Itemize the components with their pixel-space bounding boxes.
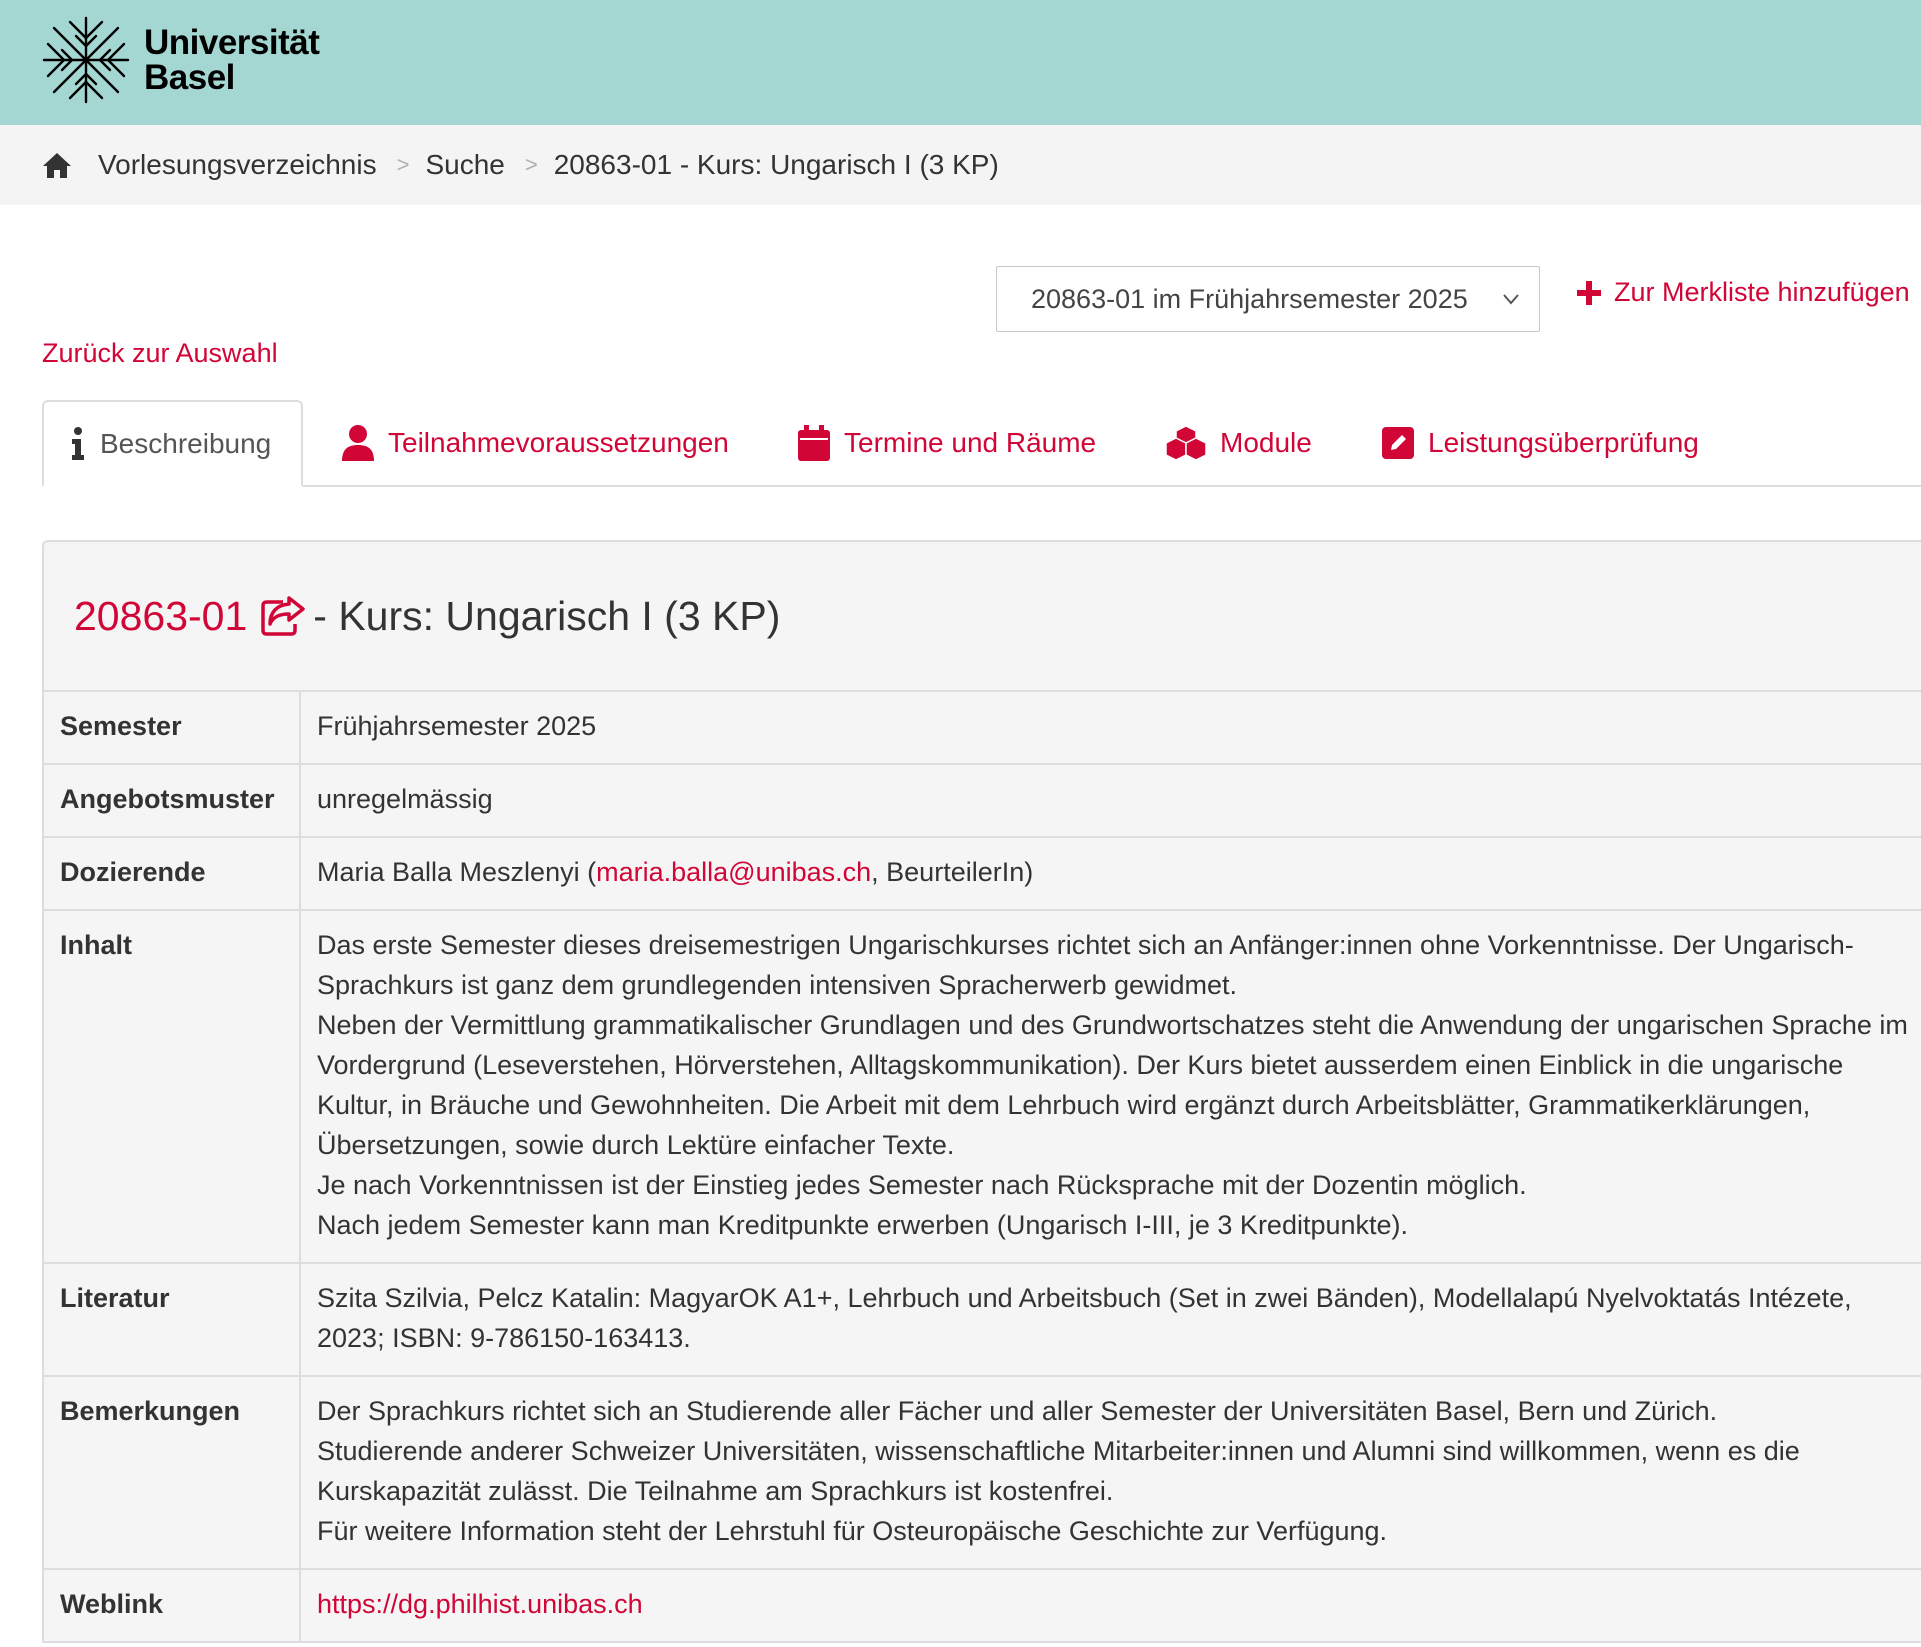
tab-module[interactable]: Module	[1166, 400, 1312, 485]
bemerkungen-paragraph: Für weitere Information steht der Lehrst…	[317, 1516, 1388, 1546]
user-icon	[342, 424, 374, 461]
add-to-merkliste-button[interactable]: Zur Merkliste hinzufügen	[1576, 277, 1910, 308]
lecturer-email-link[interactable]: maria.balla@unibas.ch	[596, 857, 871, 887]
inhalt-value: Das erste Semester dieses dreisemestrige…	[300, 909, 1921, 1263]
table-row: Dozierende Maria Balla Meszlenyi (maria.…	[44, 836, 1921, 910]
course-title-rest: - Kurs: Ungarisch I (3 KP)	[313, 592, 781, 639]
breadcrumb-item-suche[interactable]: Suche	[425, 149, 504, 181]
lecturer-role: , BeurteilerIn)	[871, 857, 1034, 887]
logo-text: Universität Basel	[144, 23, 320, 97]
tab-label: Leistungsüberprüfung	[1428, 426, 1699, 458]
calendar-icon	[798, 424, 830, 461]
table-row: Angebotsmuster unregelmässig	[44, 763, 1921, 837]
toolbar: 20863-01 im Frühjahrsemester 2025 Zur Me…	[0, 205, 1921, 400]
plus-icon	[1576, 280, 1602, 306]
lecturer-name: Maria Balla Meszlenyi (	[317, 857, 597, 887]
university-logo[interactable]: Universität Basel	[40, 14, 320, 106]
breadcrumb-item-vorlesungsverzeichnis[interactable]: Vorlesungsverzeichnis	[98, 149, 377, 181]
tab-termine-und-raeume[interactable]: Termine und Räume	[798, 400, 1096, 485]
chevron-down-icon	[1503, 294, 1519, 305]
share-icon[interactable]	[261, 596, 306, 636]
table-row: Bemerkungen Der Sprachkurs richtet sich …	[44, 1375, 1921, 1569]
tab-label: Beschreibung	[100, 427, 272, 459]
tab-leistungsueberpruefung[interactable]: Leistungsüberprüfung	[1382, 400, 1699, 485]
merkliste-label: Zur Merkliste hinzufügen	[1614, 277, 1910, 307]
literatur-value: Szita Szilvia, Pelcz Katalin: MagyarOK A…	[300, 1262, 1921, 1376]
angebotsmuster-value: unregelmässig	[300, 763, 1921, 837]
bemerkungen-paragraph: Der Sprachkurs richtet sich an Studieren…	[317, 1396, 1718, 1426]
tab-label: Termine und Räume	[844, 426, 1097, 458]
course-detail-panel: 20863-01 - Kurs: Ungarisch I (3 KP) Seme…	[42, 540, 1921, 1643]
breadcrumb-item-current: 20863-01 - Kurs: Ungarisch I (3 KP)	[553, 149, 999, 180]
weblink-link[interactable]: https://dg.philhist.unibas.ch	[317, 1589, 643, 1619]
tab-label: Module	[1220, 426, 1312, 458]
course-title: 20863-01 - Kurs: Ungarisch I (3 KP)	[44, 542, 1921, 692]
inhalt-paragraph: Neben der Vermittlung grammatikalischer …	[317, 1010, 1908, 1160]
inhalt-paragraph: Das erste Semester dieses dreisemestrige…	[317, 930, 1854, 1000]
row-label: Dozierende	[44, 836, 301, 910]
tab-label: Teilnahmevoraussetzungen	[388, 426, 729, 458]
edit-icon	[1382, 426, 1414, 459]
table-row: Semester Frühjahrsemester 2025	[44, 692, 1921, 764]
row-label: Angebotsmuster	[44, 763, 301, 837]
tab-bar: Beschreibung Teilnahmevoraussetzungen Te…	[42, 400, 1921, 487]
home-icon[interactable]	[42, 151, 72, 179]
logo-line-2: Basel	[144, 58, 235, 97]
inhalt-paragraph: Je nach Vorkenntnissen ist der Einstieg …	[317, 1170, 1527, 1200]
back-to-selection-link[interactable]: Zurück zur Auswahl	[42, 338, 278, 369]
weblink-value: https://dg.philhist.unibas.ch	[300, 1568, 1921, 1641]
table-row: Literatur Szita Szilvia, Pelcz Katalin: …	[44, 1262, 1921, 1376]
breadcrumb: Vorlesungsverzeichnis > Suche > 20863-01…	[0, 125, 1921, 205]
course-details-table: Semester Frühjahrsemester 2025 Angebotsm…	[44, 692, 1921, 1641]
breadcrumb-separator: >	[396, 152, 410, 177]
info-icon	[70, 426, 86, 461]
cubes-icon	[1166, 424, 1206, 461]
row-label: Literatur	[44, 1262, 301, 1376]
table-row: Inhalt Das erste Semester dieses dreisem…	[44, 909, 1921, 1263]
row-label: Semester	[44, 692, 301, 764]
breadcrumb-separator: >	[524, 152, 538, 177]
inhalt-paragraph: Nach jedem Semester kann man Kreditpunkt…	[317, 1210, 1409, 1240]
bemerkungen-value: Der Sprachkurs richtet sich an Studieren…	[300, 1375, 1921, 1569]
row-label: Bemerkungen	[44, 1375, 301, 1569]
semester-select-value: 20863-01 im Frühjahrsemester 2025	[1031, 283, 1468, 314]
semester-value: Frühjahrsemester 2025	[317, 711, 597, 741]
logo-mark-icon	[42, 16, 130, 104]
site-header: Universität Basel	[0, 0, 1921, 125]
row-label: Inhalt	[44, 909, 301, 1263]
tab-teilnahmevoraussetzungen[interactable]: Teilnahmevoraussetzungen	[342, 400, 729, 485]
course-code: 20863-01	[74, 592, 248, 639]
bemerkungen-paragraph: Studierende anderer Schweizer Universitä…	[317, 1436, 1800, 1506]
logo-line-1: Universität	[144, 23, 320, 62]
tab-beschreibung[interactable]: Beschreibung	[42, 400, 304, 487]
row-label: Weblink	[44, 1568, 301, 1641]
semester-select[interactable]: 20863-01 im Frühjahrsemester 2025	[996, 266, 1540, 332]
table-row: Weblink https://dg.philhist.unibas.ch	[44, 1568, 1921, 1641]
dozierende-value: Maria Balla Meszlenyi (maria.balla@uniba…	[300, 836, 1921, 910]
